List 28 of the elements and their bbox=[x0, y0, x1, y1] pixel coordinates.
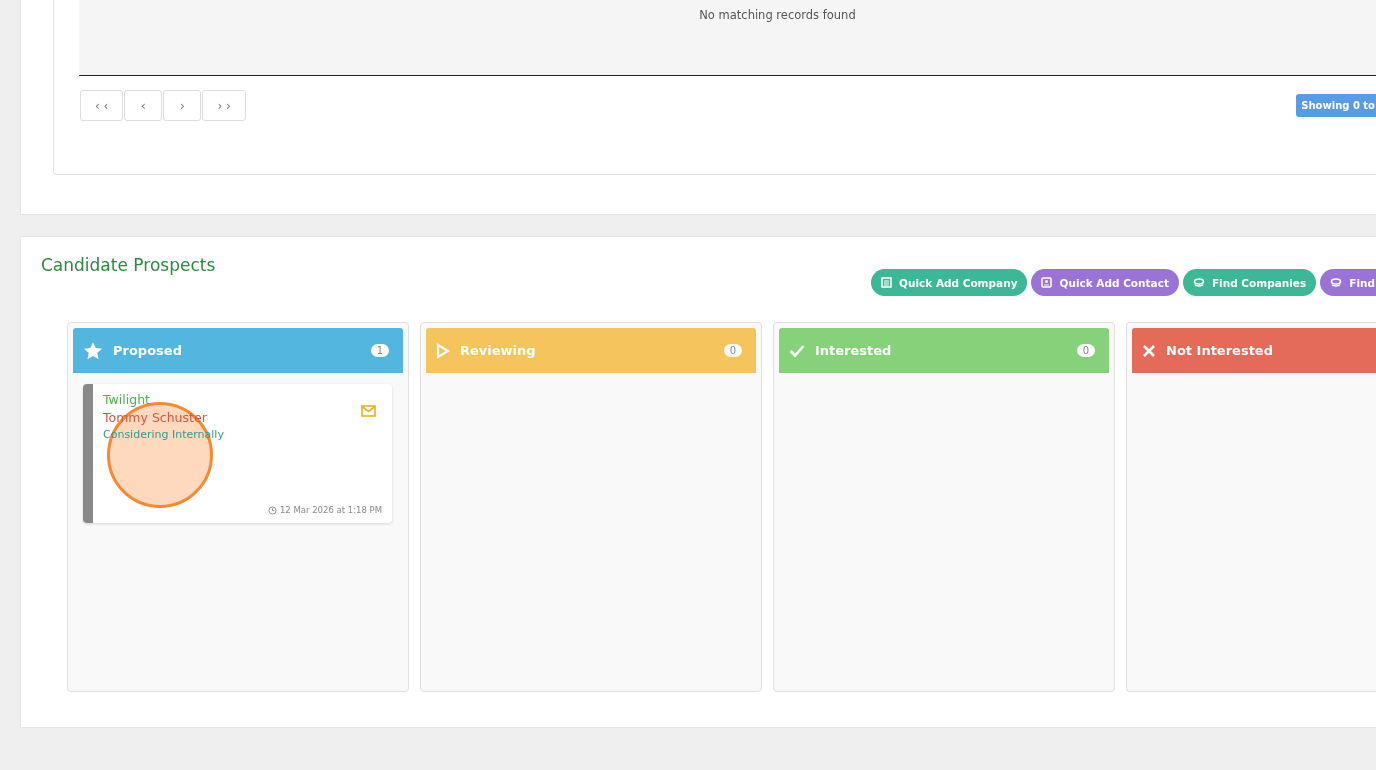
empty-message: No matching records found bbox=[699, 8, 856, 24]
count-badge: 0 bbox=[723, 344, 742, 357]
company-name: Twilight bbox=[103, 392, 150, 407]
check-icon bbox=[789, 343, 805, 358]
pager-button[interactable]: ‹ ‹ bbox=[80, 90, 124, 121]
pager-button[interactable]: ‹ bbox=[124, 90, 163, 121]
count-badge: 1 bbox=[370, 344, 389, 357]
building-icon bbox=[881, 277, 892, 288]
showing-label: Showing 0 to bbox=[1296, 94, 1376, 117]
play-icon bbox=[436, 342, 450, 359]
action-button[interactable]: Quick Add Company bbox=[871, 269, 1028, 296]
column-title: Reviewing bbox=[460, 343, 537, 358]
action-button[interactable]: Find bbox=[1320, 269, 1376, 296]
section-title: Candidate Prospects bbox=[41, 255, 216, 275]
column-title: Not Interested bbox=[1166, 343, 1274, 358]
action-button[interactable]: Find Companies bbox=[1182, 269, 1317, 296]
action-button[interactable]: Quick Add Contact bbox=[1031, 269, 1179, 296]
column-title: Interested bbox=[815, 343, 893, 358]
pager-button[interactable]: › bbox=[163, 90, 202, 121]
column-title: Proposed bbox=[113, 343, 183, 358]
star-icon bbox=[83, 340, 103, 361]
count-badge: 0 bbox=[1076, 344, 1095, 357]
clock-icon bbox=[267, 505, 277, 515]
contact-card-icon bbox=[1041, 277, 1053, 288]
mail-icon bbox=[361, 405, 376, 417]
date-text: 12 Mar 2026 at 1:18 PM bbox=[267, 505, 382, 515]
close-icon bbox=[1142, 343, 1156, 358]
pager-button[interactable]: › › bbox=[202, 90, 246, 121]
